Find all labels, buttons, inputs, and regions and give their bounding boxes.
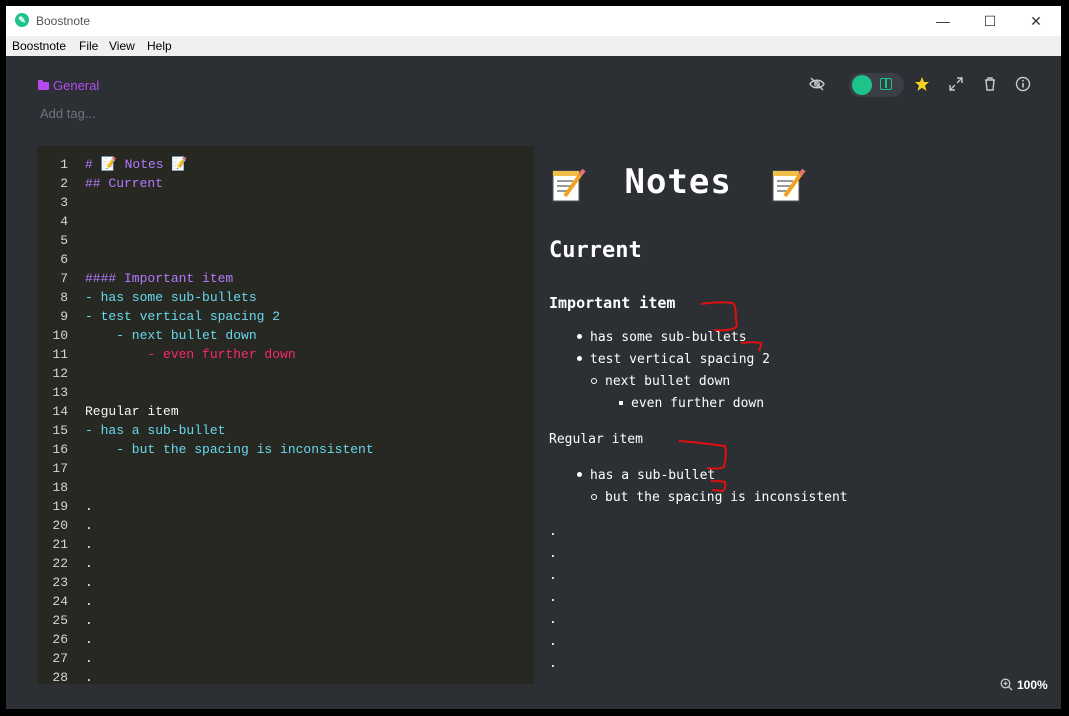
- preview-dot: .: [549, 546, 557, 561]
- line-number: 10: [52, 328, 68, 343]
- line-number: 11: [52, 347, 68, 362]
- markdown-editor[interactable]: 1 # 📝 Notes 📝 2 ## Current 3 4 5 6 7 #### Importa…: [37, 146, 534, 684]
- preview-dot: .: [549, 524, 557, 539]
- code-text: ## Current: [85, 176, 164, 191]
- code-text: - next bullet down: [85, 328, 257, 343]
- line-number: 28: [52, 670, 68, 684]
- preview-dot: .: [549, 656, 557, 671]
- code-text: .: [85, 575, 93, 590]
- code-text: .: [85, 556, 93, 571]
- close-button[interactable]: ✕: [1013, 6, 1059, 36]
- red-annotation-marks: [678, 301, 763, 493]
- line-number: 14: [52, 404, 68, 419]
- code-text: .: [85, 632, 93, 647]
- markdown-preview: Notes Current Important item has some su…: [549, 146, 1029, 686]
- code-text: .: [85, 651, 93, 666]
- code-text: .: [85, 537, 93, 552]
- line-number: 18: [52, 480, 68, 495]
- folder-breadcrumb[interactable]: General: [38, 78, 99, 93]
- menu-boostnote[interactable]: Boostnote: [12, 39, 66, 53]
- zoom-control[interactable]: 100%: [1000, 678, 1048, 692]
- folder-icon: [38, 80, 49, 90]
- folder-label: General: [53, 78, 100, 93]
- line-number: 13: [52, 385, 68, 400]
- line-number: 8: [60, 290, 68, 305]
- zoom-icon: [1000, 678, 1013, 691]
- info-icon[interactable]: [1013, 76, 1033, 96]
- tag-input[interactable]: [40, 106, 240, 121]
- preview-dot: .: [549, 590, 557, 605]
- zoom-label: 100%: [1017, 678, 1048, 692]
- code-text: #### Important item: [85, 271, 234, 286]
- toggle-knob: [852, 75, 872, 95]
- line-number: 19: [52, 499, 68, 514]
- eye-off-icon[interactable]: [807, 76, 827, 96]
- preview-dot: .: [549, 612, 557, 627]
- line-number: 7: [60, 271, 68, 286]
- trash-icon[interactable]: [980, 76, 1000, 96]
- line-number: 9: [60, 309, 68, 324]
- window-title: Boostnote: [36, 14, 91, 28]
- line-number: 2: [60, 176, 68, 191]
- line-number: 12: [52, 366, 68, 381]
- expand-icon[interactable]: [946, 76, 966, 96]
- code-text: # 📝 Notes 📝: [85, 157, 188, 172]
- menu-bar: Boostnote File View Help: [6, 36, 1061, 56]
- code-text: .: [85, 594, 93, 609]
- line-number: 24: [52, 594, 68, 609]
- line-number: 4: [60, 214, 68, 229]
- line-number: 22: [52, 556, 68, 571]
- code-text: - test vertical spacing 2: [85, 309, 281, 324]
- preview-dot: .: [549, 634, 557, 649]
- line-number: 25: [52, 613, 68, 628]
- line-number: 6: [60, 252, 68, 267]
- code-text: .: [85, 518, 93, 533]
- code-text: - even further down: [85, 347, 296, 362]
- menu-view[interactable]: View: [109, 39, 135, 53]
- star-icon[interactable]: [912, 76, 932, 96]
- line-number: 26: [52, 632, 68, 647]
- code-text: - has some sub-bullets: [85, 290, 257, 305]
- preview-dot: .: [549, 568, 557, 583]
- line-number: 23: [52, 575, 68, 590]
- code-text: .: [85, 613, 93, 628]
- app-window: ✎ Boostnote — ☐ ✕ Boostnote File View He…: [6, 6, 1061, 709]
- editor-mode-toggle[interactable]: [849, 73, 904, 97]
- title-bar: ✎ Boostnote — ☐ ✕: [6, 6, 1061, 36]
- line-number: 5: [60, 233, 68, 248]
- code-text: Regular item: [85, 404, 179, 419]
- minimize-button[interactable]: —: [920, 6, 966, 36]
- boostnote-logo-icon: ✎: [15, 13, 29, 27]
- line-number: 16: [52, 442, 68, 457]
- code-text: .: [85, 499, 93, 514]
- code-text: - but the spacing is inconsistent: [85, 442, 374, 457]
- line-number: 3: [60, 195, 68, 210]
- maximize-button[interactable]: ☐: [967, 6, 1013, 36]
- code-text: .: [85, 670, 93, 684]
- line-number: 15: [52, 423, 68, 438]
- code-text: - has a sub-bullet: [85, 423, 226, 438]
- line-number: 27: [52, 651, 68, 666]
- split-view-icon: [880, 78, 892, 90]
- line-number: 21: [52, 537, 68, 552]
- menu-help[interactable]: Help: [147, 39, 172, 53]
- line-number: 1: [60, 157, 68, 172]
- line-number: 17: [52, 461, 68, 476]
- line-number: 20: [52, 518, 68, 533]
- menu-file[interactable]: File: [79, 39, 98, 53]
